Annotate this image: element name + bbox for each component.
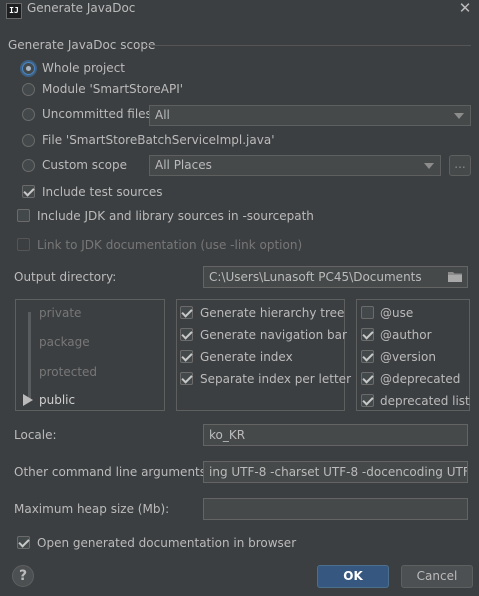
custom-scope-combo-value: All Places (155, 158, 212, 172)
separate-index-checkbox[interactable] (180, 372, 193, 385)
file-label: File 'SmartStoreBatchServiceImpl.java' (42, 133, 275, 147)
version-tag-checkbox[interactable] (361, 350, 374, 363)
visibility-package[interactable]: package (39, 335, 90, 349)
close-icon[interactable]: ✕ (457, 0, 473, 16)
whole-project-label: Whole project (42, 61, 125, 75)
include-jdk-label: Include JDK and library sources in -sour… (37, 209, 314, 223)
visibility-panel (15, 299, 165, 411)
visibility-slider-thumb[interactable] (23, 394, 33, 406)
open-browser-label: Open generated documentation in browser (37, 536, 297, 550)
deprecated-tag-label: @deprecated (380, 372, 461, 386)
chevron-down-icon (454, 113, 464, 119)
other-args-field[interactable]: ing UTF-8 -charset UTF-8 -docencoding UT… (203, 461, 468, 483)
cancel-button[interactable]: Cancel (401, 565, 473, 588)
generate-navigation-bar-checkbox[interactable] (180, 328, 193, 341)
module-label: Module 'SmartStoreAPI' (42, 82, 184, 96)
use-tag-checkbox[interactable] (361, 306, 374, 319)
version-tag-label: @version (380, 350, 436, 364)
heap-size-field[interactable] (203, 498, 468, 520)
locale-value: ko_KR (209, 428, 246, 442)
custom-scope-combo[interactable]: All Places (149, 155, 441, 176)
visibility-public[interactable]: public (39, 393, 75, 407)
link-jdk-checkbox[interactable] (17, 238, 30, 251)
uncommitted-files-label: Uncommitted files (42, 107, 152, 121)
module-radio[interactable] (22, 83, 35, 96)
visibility-private[interactable]: private (39, 306, 81, 320)
window-title: Generate JavaDoc (27, 1, 136, 15)
folder-icon[interactable] (447, 271, 463, 283)
other-args-value: ing UTF-8 -charset UTF-8 -docencoding UT… (209, 465, 468, 479)
output-directory-label: Output directory: (14, 270, 117, 284)
include-test-sources-checkbox[interactable] (22, 185, 35, 198)
deprecated-list-checkbox[interactable] (361, 394, 374, 407)
generate-navigation-bar-label: Generate navigation bar (200, 328, 347, 342)
whole-project-radio[interactable] (22, 62, 35, 75)
locale-label: Locale: (14, 428, 57, 442)
scope-group-label: Generate JavaDoc scope (8, 38, 156, 52)
custom-scope-label: Custom scope (42, 158, 127, 172)
custom-scope-radio[interactable] (22, 159, 35, 172)
intellij-app-icon: IJ (6, 3, 22, 19)
other-args-label: Other command line arguments: (14, 465, 211, 479)
visibility-slider-track[interactable] (28, 312, 31, 399)
generate-hierarchy-tree-label: Generate hierarchy tree (200, 306, 345, 320)
generate-index-checkbox[interactable] (180, 350, 193, 363)
open-browser-checkbox[interactable] (17, 536, 30, 549)
generate-index-label: Generate index (200, 350, 293, 364)
visibility-protected[interactable]: protected (39, 365, 97, 379)
file-radio[interactable] (22, 134, 35, 147)
use-tag-label: @use (380, 306, 414, 320)
author-tag-label: @author (380, 328, 432, 342)
locale-field[interactable]: ko_KR (203, 424, 468, 446)
generate-hierarchy-tree-checkbox[interactable] (180, 306, 193, 319)
output-directory-value: C:\Users\Lunasoft PC45\Documents (209, 270, 422, 284)
link-jdk-label: Link to JDK documentation (use -link opt… (37, 238, 303, 252)
include-jdk-checkbox[interactable] (17, 209, 30, 222)
author-tag-checkbox[interactable] (361, 328, 374, 341)
uncommitted-combo-value: All (155, 108, 170, 122)
deprecated-tag-checkbox[interactable] (361, 372, 374, 385)
chevron-down-icon (424, 163, 434, 169)
heap-size-label: Maximum heap size (Mb): (14, 502, 170, 516)
include-test-sources-label: Include test sources (42, 185, 163, 199)
separate-index-label: Separate index per letter (200, 372, 351, 386)
uncommitted-files-combo[interactable]: All (149, 105, 471, 126)
uncommitted-files-radio[interactable] (22, 108, 35, 121)
custom-scope-browse-button[interactable]: ... (449, 155, 471, 176)
help-button[interactable]: ? (12, 565, 34, 587)
deprecated-list-label: deprecated list (380, 394, 470, 408)
ok-button[interactable]: OK (317, 565, 389, 588)
output-directory-field[interactable]: C:\Users\Lunasoft PC45\Documents (203, 266, 468, 288)
scope-divider (145, 45, 471, 46)
